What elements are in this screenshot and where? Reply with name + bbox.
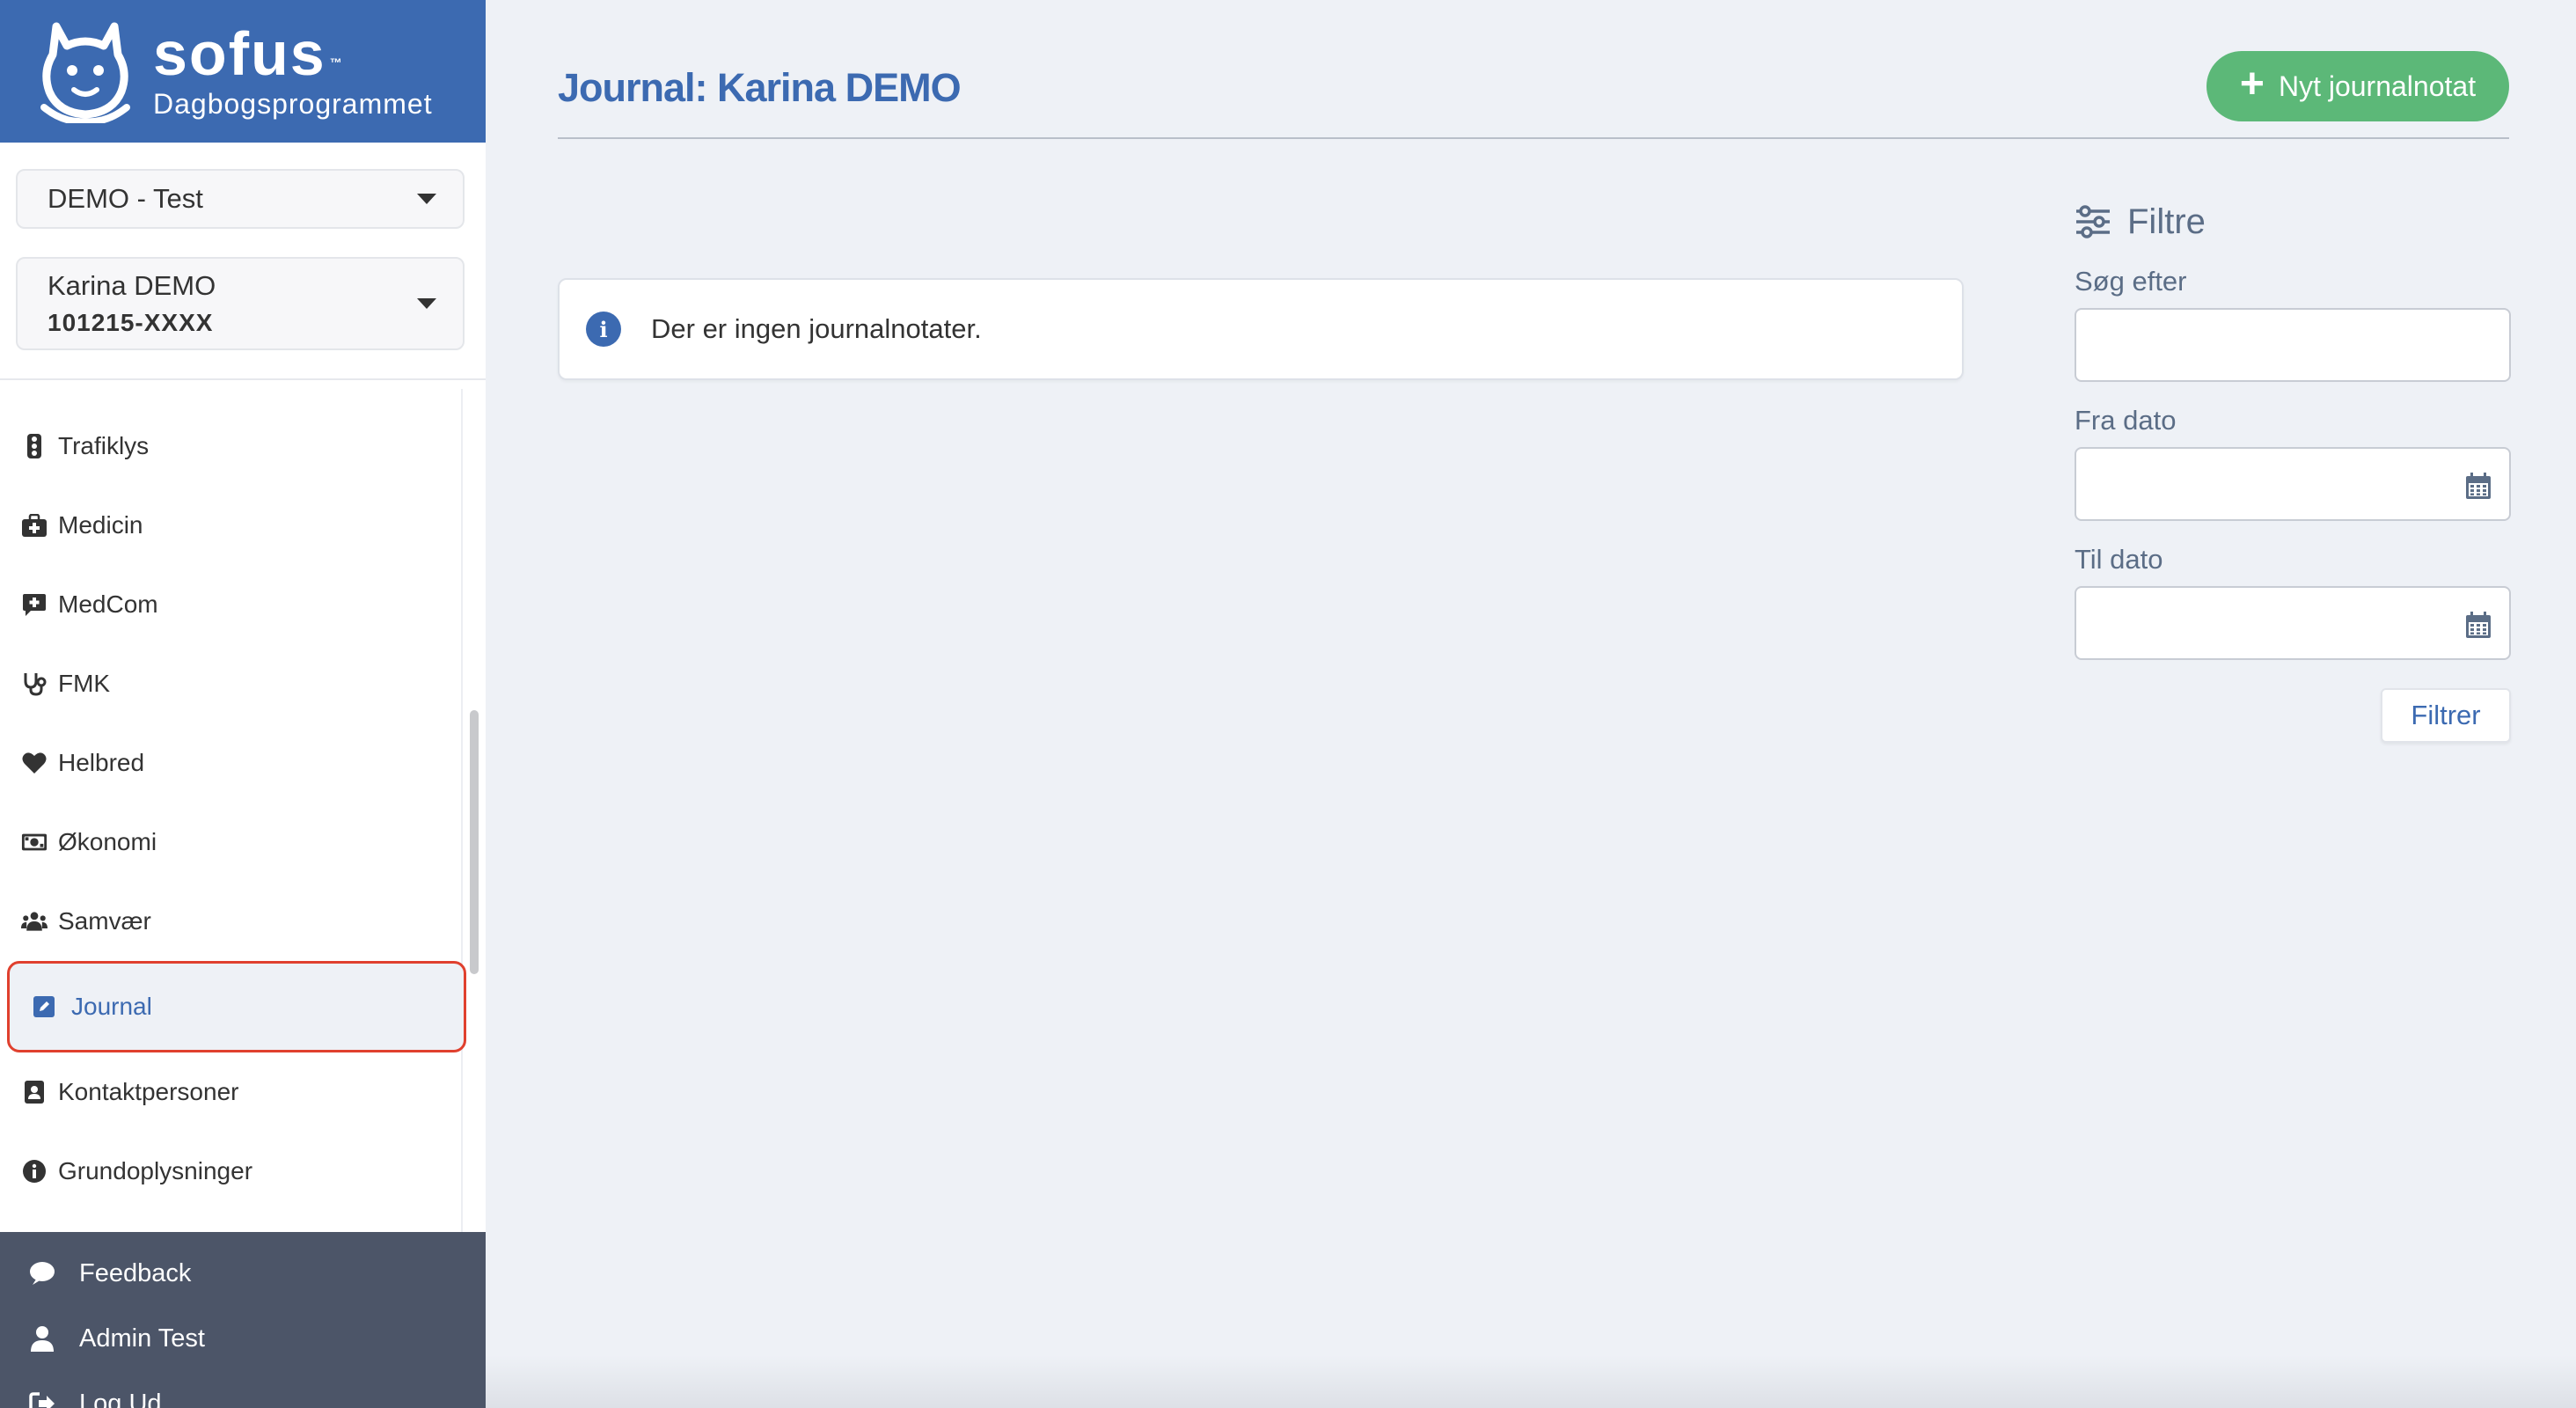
money-bill-icon: [21, 829, 48, 855]
comment-icon: [28, 1259, 56, 1287]
filters-title: Filtre: [2075, 195, 2511, 248]
sidebar-item-label: Journal: [71, 993, 152, 1020]
sidebar-item-trafiklys[interactable]: Trafiklys: [0, 407, 486, 486]
sidebar-item-medcom[interactable]: MedCom: [0, 565, 486, 644]
organization-select[interactable]: DEMO - Test: [16, 169, 465, 229]
search-label: Søg efter: [2075, 266, 2187, 297]
organization-select-value: DEMO - Test: [48, 183, 203, 214]
filters-title-text: Filtre: [2127, 202, 2206, 241]
sidebar-item-helbred[interactable]: Helbred: [0, 723, 486, 803]
sidebar-item-samvaer[interactable]: Samvær: [0, 882, 486, 961]
sidebar-nav: Trafiklys Medicin MedCom FMK Helbred Øko…: [0, 380, 486, 1232]
sidebar-item-label: FMK: [58, 670, 111, 697]
contact-book-icon: [21, 1079, 48, 1105]
brand-text: sofus ™ Dagbogsprogrammet: [153, 23, 433, 121]
search-input[interactable]: [2075, 308, 2511, 382]
sidebar-item-fmk[interactable]: FMK: [0, 644, 486, 723]
user-icon: [28, 1324, 56, 1353]
main-content: Journal: Karina DEMO + Nyt journalnotat …: [486, 0, 2576, 1408]
stethoscope-icon: [21, 671, 48, 697]
users-icon: [21, 908, 48, 935]
app: sofus ™ Dagbogsprogrammet DEMO - Test Kar…: [0, 0, 2576, 1408]
sign-out-icon: [28, 1390, 56, 1408]
info-circle-icon: [21, 1158, 48, 1184]
trademark: ™: [329, 55, 344, 70]
user-label: Admin Test: [79, 1324, 205, 1353]
sidebar: sofus ™ Dagbogsprogrammet DEMO - Test Kar…: [0, 0, 486, 1408]
filter-button[interactable]: Filtrer: [2381, 688, 2511, 743]
sidebar-item-label: Kontaktpersoner: [58, 1078, 239, 1105]
sidebar-item-grundoplysninger[interactable]: Grundoplysninger: [0, 1132, 486, 1211]
new-journal-note-button[interactable]: + Nyt journalnotat: [2206, 51, 2509, 121]
edit-square-icon: [31, 994, 57, 1020]
sidebar-item-label: Samvær: [58, 907, 151, 935]
sidebar-item-label: Økonomi: [58, 828, 157, 855]
logout-link[interactable]: Log Ud: [0, 1371, 486, 1408]
sidebar-item-label: Grundoplysninger: [58, 1157, 253, 1184]
heart-icon: [21, 750, 48, 776]
logout-label: Log Ud: [79, 1389, 162, 1408]
filters-panel: Filtre Søg efter Fra dato Til dato Filtr…: [2075, 195, 2511, 743]
medical-kit-icon: [21, 512, 48, 539]
selectors: DEMO - Test Karina DEMO 101215-XXXX: [0, 143, 486, 380]
sidebar-item-label: Medicin: [58, 511, 143, 539]
empty-state-alert: i Der er ingen journalnotater.: [558, 278, 1964, 380]
sidebar-item-medicin[interactable]: Medicin: [0, 486, 486, 565]
sidebar-item-label: Helbred: [58, 749, 145, 776]
from-date-label: Fra dato: [2075, 405, 2177, 436]
new-journal-note-label: Nyt journalnotat: [2278, 70, 2477, 102]
bottom-shade: [486, 1355, 2576, 1408]
person-name: Karina DEMO: [48, 270, 216, 301]
to-date-label: Til dato: [2075, 544, 2163, 575]
brand-header[interactable]: sofus ™ Dagbogsprogrammet: [0, 0, 486, 143]
brand-name: sofus ™: [153, 23, 433, 84]
message-plus-icon: [21, 591, 48, 618]
page-header: Journal: Karina DEMO + Nyt journalnotat: [558, 49, 2509, 139]
page-title: Journal: Karina DEMO: [558, 65, 962, 110]
traffic-light-icon: [21, 433, 48, 459]
sidebar-item-label: Trafiklys: [58, 432, 150, 459]
to-date-input[interactable]: [2075, 586, 2511, 660]
person-cpr: 101215-XXXX: [48, 309, 214, 336]
caret-down-icon: [417, 298, 436, 309]
sidebar-item-okonomi[interactable]: Økonomi: [0, 803, 486, 882]
sidebar-item-label: MedCom: [58, 590, 158, 618]
from-date-input[interactable]: [2075, 447, 2511, 521]
plus-icon: +: [2239, 61, 2265, 107]
caret-down-icon: [417, 194, 436, 204]
sidebar-item-kontaktpersoner[interactable]: Kontaktpersoner: [0, 1052, 486, 1132]
calendar-icon[interactable]: [2465, 611, 2492, 639]
sidebar-footer: Feedback Admin Test Log Ud: [0, 1232, 486, 1408]
person-select-lines: Karina DEMO 101215-XXXX: [48, 270, 216, 337]
user-link[interactable]: Admin Test: [0, 1306, 486, 1371]
sofus-logo-icon: [40, 22, 130, 123]
calendar-icon[interactable]: [2465, 472, 2492, 500]
sliders-icon: [2076, 205, 2110, 238]
brand-name-text: sofus: [153, 18, 326, 88]
info-icon: i: [586, 312, 621, 347]
sidebar-item-journal[interactable]: Journal: [7, 961, 466, 1052]
brand-subtitle: Dagbogsprogrammet: [153, 87, 433, 120]
feedback-link[interactable]: Feedback: [0, 1241, 486, 1306]
feedback-label: Feedback: [79, 1258, 192, 1287]
person-select[interactable]: Karina DEMO 101215-XXXX: [16, 257, 465, 350]
empty-state-message: Der er ingen journalnotater.: [651, 313, 982, 344]
